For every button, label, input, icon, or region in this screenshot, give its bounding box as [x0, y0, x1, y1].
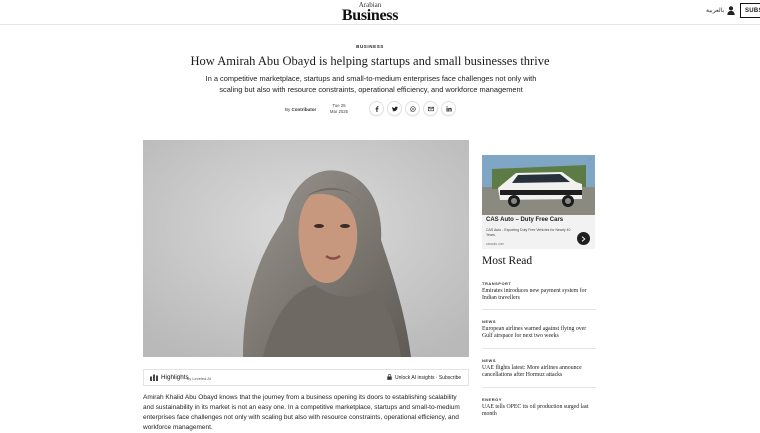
article-hero-image: [143, 140, 469, 357]
article-title: How Amirah Abu Obayd is helping startups…: [190, 54, 550, 68]
article-category[interactable]: BUSINESS: [0, 44, 740, 49]
twitter-icon: [391, 106, 398, 111]
share-whatsapp-button[interactable]: [405, 101, 420, 116]
linkedin-icon: [445, 105, 452, 112]
divider: [482, 387, 596, 388]
most-read-kicker[interactable]: NEWS: [482, 358, 596, 363]
highlights-icon: [150, 374, 158, 381]
byline-prefix: By: [285, 107, 291, 112]
ad-body: CAS Auto - Exporting Duty Free Vehicles …: [486, 228, 571, 237]
highlights-label: Highlights: [161, 374, 189, 381]
sidebar-advertisement[interactable]: ▷ CAS Auto – Duty Free Cars CAS Auto - E…: [482, 155, 595, 249]
ad-choices-icon[interactable]: ▷: [589, 156, 594, 161]
article-body-paragraph: Amirah Khalid Abu Obayd knows that the j…: [143, 394, 460, 431]
publish-date: Tue 25 Mar 2025: [327, 103, 351, 115]
whatsapp-icon: [409, 105, 416, 112]
share-facebook-button[interactable]: [369, 101, 384, 116]
subscribe-button[interactable]: SUBS: [740, 3, 760, 18]
email-icon: [427, 106, 434, 111]
ad-url[interactable]: casauto.com: [486, 242, 504, 246]
portrait-illustration: [143, 140, 469, 357]
unlock-insights-link[interactable]: Unlock AI insights · Subscribe: [395, 375, 461, 381]
most-read-title[interactable]: UAE tells OPEC its oil production surged…: [482, 404, 596, 417]
ai-highlights-bar[interactable]: Highlights by Leveled AI Unlock AI insig…: [143, 369, 469, 386]
author-link[interactable]: Contributor: [292, 107, 317, 112]
arabian-business-logo[interactable]: Arabian Business: [338, 2, 402, 24]
most-read-heading: Most Read: [482, 255, 533, 267]
highlights-provider: by Leveled AI: [187, 375, 212, 381]
most-read-title[interactable]: UAE flights latest: More airlines announ…: [482, 365, 596, 378]
facebook-icon: [375, 105, 378, 112]
ad-next-button[interactable]: [577, 232, 590, 245]
article-subheading: In a competitive marketplace, startups a…: [205, 74, 537, 94]
most-read-item[interactable]: NEWS European airlines warned against fl…: [482, 319, 596, 339]
top-navigation-bar: Arabian Business بالعربية SUBS: [0, 0, 760, 25]
share-email-button[interactable]: [423, 101, 438, 116]
ad-car-image: [482, 155, 595, 215]
byline: By Contributor: [285, 107, 316, 112]
publish-date-month: Mar 2025: [329, 109, 349, 114]
arabic-language-link[interactable]: بالعربية: [706, 7, 724, 14]
share-twitter-button[interactable]: [387, 101, 402, 116]
user-account-icon[interactable]: [727, 6, 735, 15]
most-read-item[interactable]: NEWS UAE flights latest: More airlines a…: [482, 358, 596, 378]
divider: [482, 309, 596, 310]
most-read-title[interactable]: Emirates introduces new payment system f…: [482, 288, 596, 301]
most-read-kicker[interactable]: TRANSPORT: [482, 281, 596, 286]
most-read-title[interactable]: European airlines warned against flying …: [482, 326, 596, 339]
most-read-kicker[interactable]: ENERGY: [482, 397, 596, 402]
logo-line2: Business: [341, 7, 399, 24]
chevron-right-icon: [581, 235, 586, 242]
most-read-kicker[interactable]: NEWS: [482, 319, 596, 324]
share-linkedin-button[interactable]: [441, 101, 456, 116]
divider: [482, 348, 596, 349]
lock-icon: [387, 374, 392, 380]
most-read-item[interactable]: ENERGY UAE tells OPEC its oil production…: [482, 397, 596, 417]
ad-headline[interactable]: CAS Auto – Duty Free Cars: [486, 217, 563, 223]
most-read-item[interactable]: TRANSPORT Emirates introduces new paymen…: [482, 281, 596, 301]
